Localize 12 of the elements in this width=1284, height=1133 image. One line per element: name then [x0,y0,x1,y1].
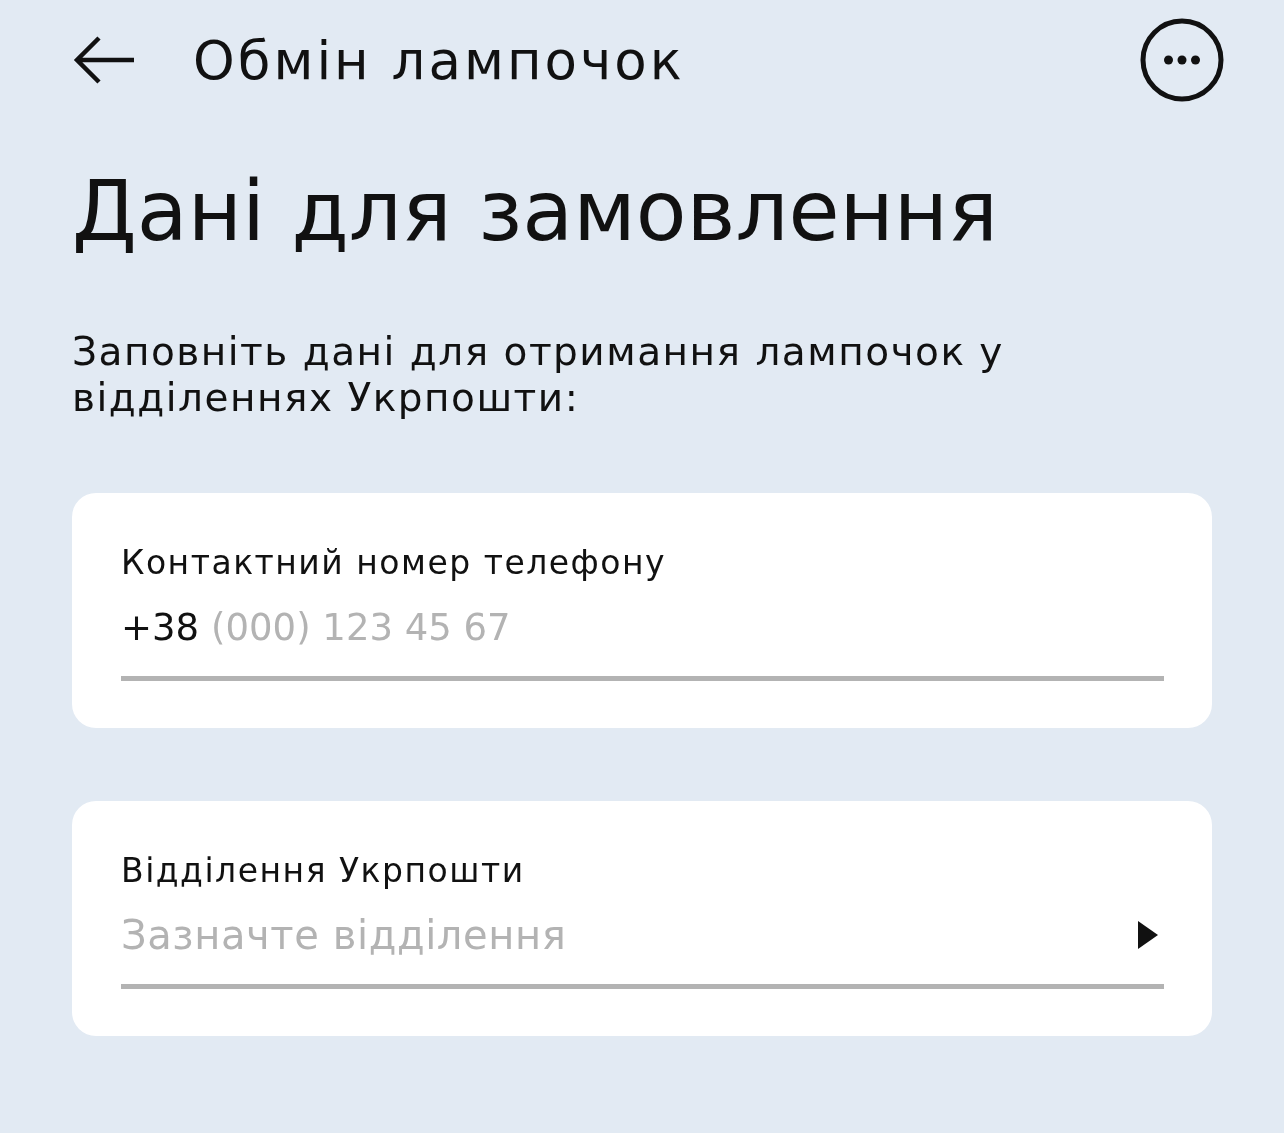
screen-title: Обмін лампочок [193,29,686,91]
phone-input-field[interactable]: +38 (000) 123 45 67 [121,594,1164,682]
page-heading: Дані для замовлення [72,164,1000,260]
more-button[interactable] [1140,18,1224,102]
field-label: Відділення Укрпошти [121,851,526,892]
caret-icon [1138,921,1158,950]
description-text: Заповніть дані для отримання лампочок у відділеннях Укрпошти: [72,329,1005,422]
arrow-left-icon [72,35,134,85]
more-options-icon [1140,18,1224,102]
back-button[interactable] [72,35,134,85]
phone-number-input[interactable]: (000) 123 45 67 [211,605,1164,649]
field-label: Контактний номер телефону [121,543,668,584]
